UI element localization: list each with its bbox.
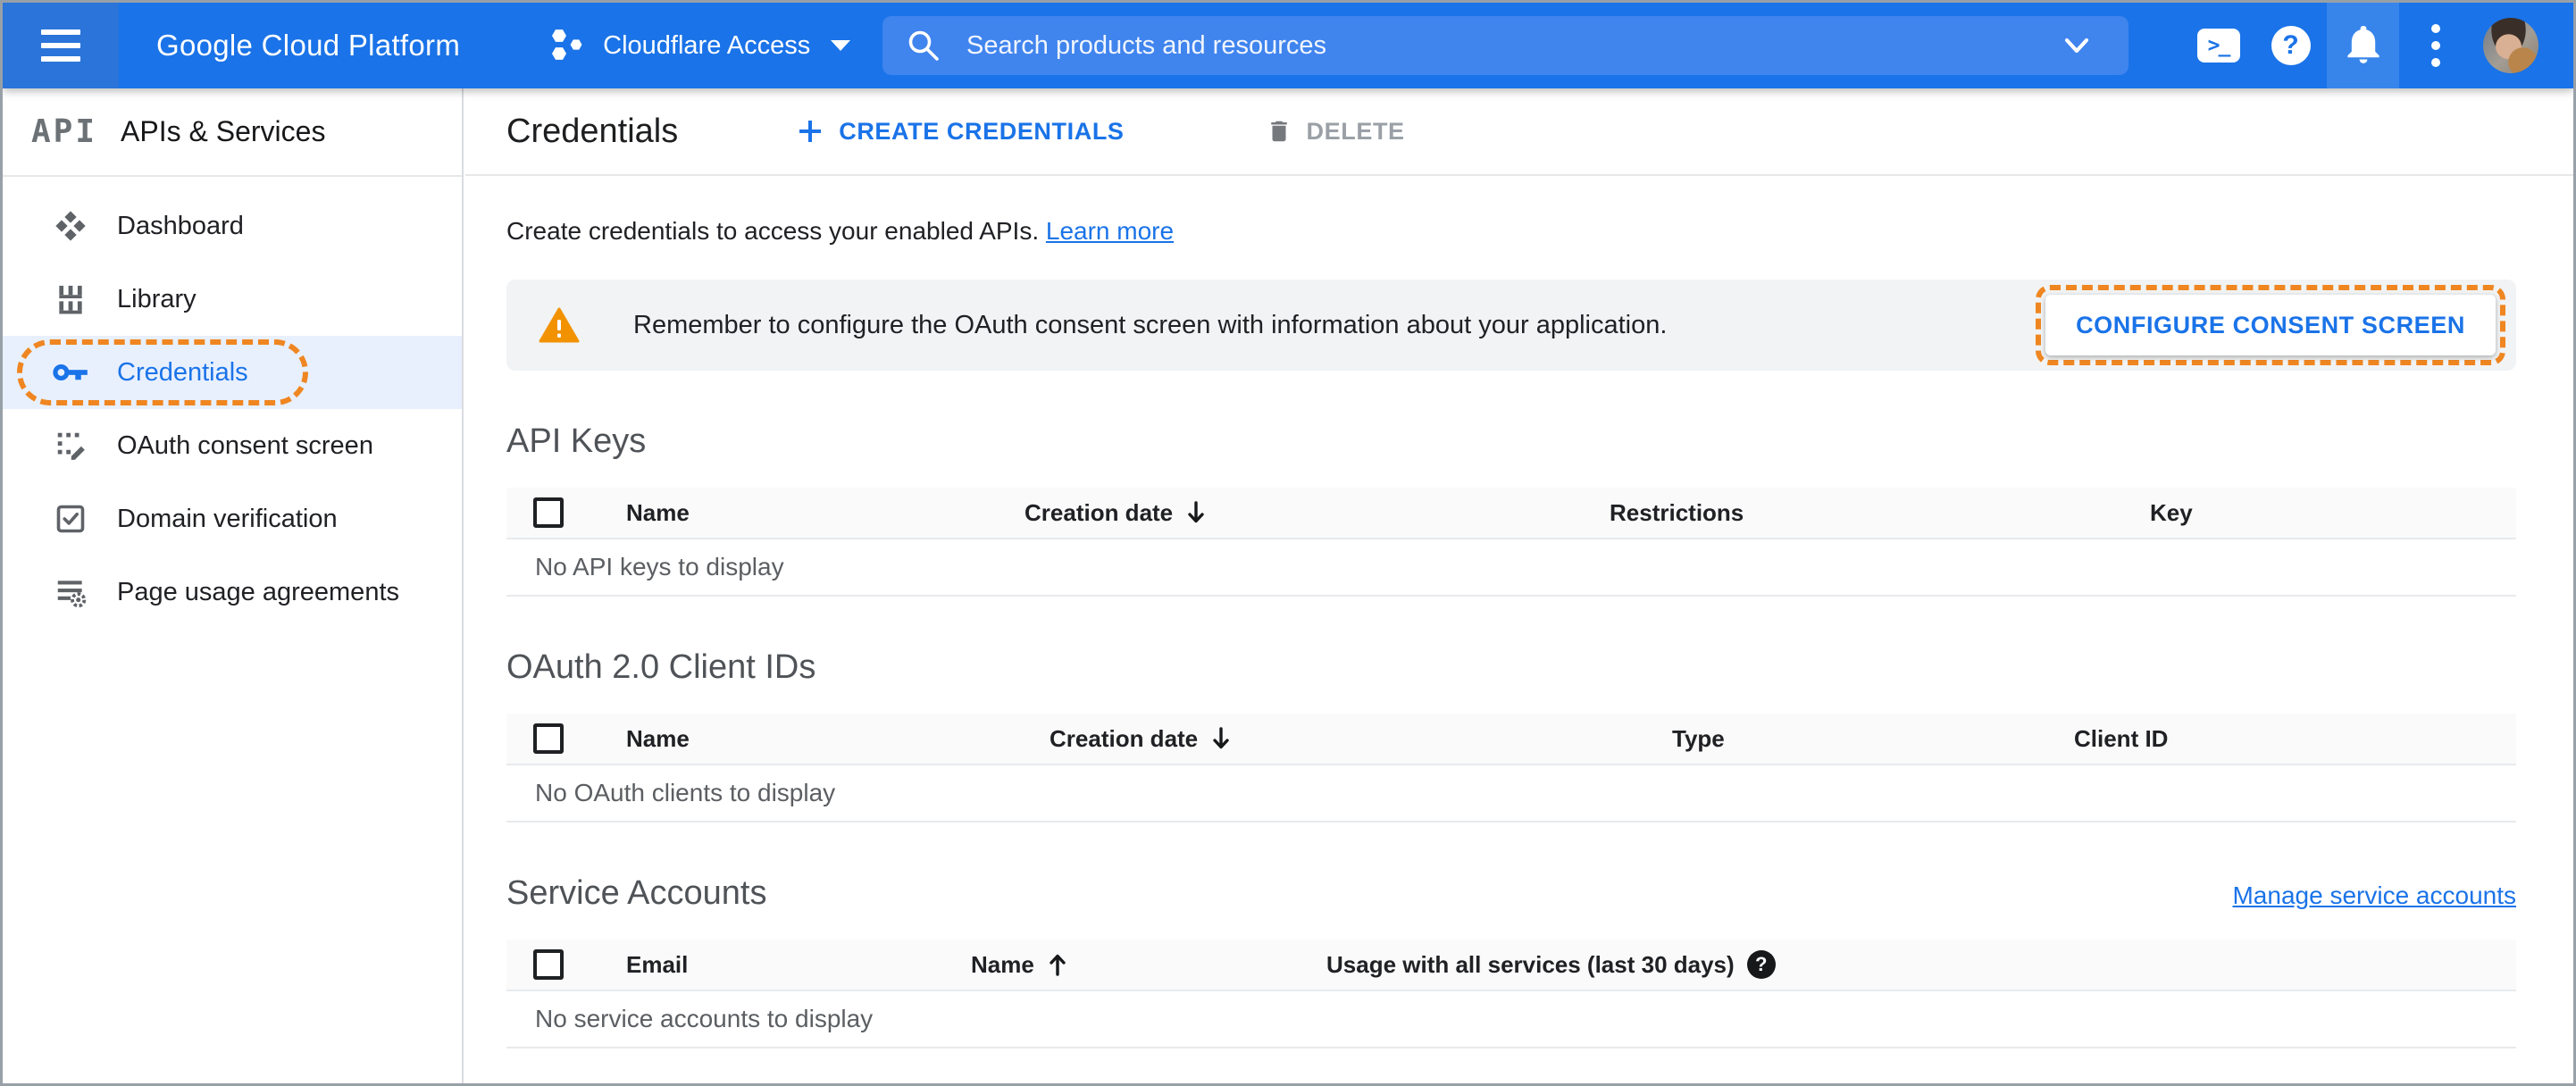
search-icon [906,28,941,63]
service-accounts-empty-state: No service accounts to display [506,991,2516,1048]
topbar-actions: >_ ? [2182,3,2550,88]
delete-label: DELETE [1306,117,1405,145]
nav-drawer-region [3,3,119,88]
sort-desc-icon [1210,726,1232,751]
search-expand-icon[interactable] [2048,32,2105,59]
select-all-checkbox[interactable] [533,949,564,980]
column-header-client-id[interactable]: Client ID [2074,725,2516,753]
project-caret-icon [830,39,851,52]
sidebar: API APIs & Services Dashboard Library Cr… [3,88,464,1083]
sidebar-item-domain-verification[interactable]: Domain verification [3,482,462,556]
column-header-creation-date[interactable]: Creation date [1050,725,1672,753]
search-input[interactable] [965,29,2048,62]
sidebar-item-label: Domain verification [117,504,338,533]
intro-text-line: Create credentials to access your enable… [506,217,2516,246]
warning-message: Remember to configure the OAuth consent … [633,310,1668,339]
column-header-type[interactable]: Type [1672,725,2074,753]
oauth-clients-section: OAuth 2.0 Client IDs Name Creation date … [506,648,2516,823]
column-header-key[interactable]: Key [2150,499,2516,527]
intro-text: Create credentials to access your enable… [506,217,1040,245]
sidebar-item-label: Library [117,284,197,313]
api-keys-empty-state: No API keys to display [506,539,2516,597]
sidebar-item-library[interactable]: Library [3,263,462,336]
sidebar-item-page-usage-agreements[interactable]: Page usage agreements [3,556,462,629]
avatar-image [2483,18,2538,73]
column-header-creation-date[interactable]: Creation date [1025,499,1610,527]
column-header-email[interactable]: Email [626,951,971,979]
api-keys-table-header: Name Creation date Restrictions Key [506,488,2516,539]
sidebar-item-label: Credentials [117,357,248,387]
trash-icon [1266,117,1292,146]
project-name: Cloudflare Access [603,30,811,60]
search-bar [882,16,2129,75]
library-icon [53,281,88,317]
warning-icon [539,306,580,344]
plus-icon [796,117,824,146]
sidebar-header: API APIs & Services [3,88,462,177]
sidebar-item-label: Page usage agreements [117,577,399,606]
section-title-oauth-clients: OAuth 2.0 Client IDs [506,648,816,686]
menu-icon[interactable] [41,29,80,62]
column-header-name[interactable]: Name [626,499,1025,527]
service-accounts-section: Service Accounts Manage service accounts… [506,874,2516,1048]
column-header-name[interactable]: Name [971,951,1326,979]
configure-consent-screen-button[interactable]: CONFIGURE CONSENT SCREEN [2045,295,2496,355]
cloud-shell-glyph: >_ [2196,29,2240,63]
more-options-icon[interactable] [2399,3,2471,88]
create-credentials-label: CREATE CREDENTIALS [839,117,1125,145]
create-credentials-button[interactable]: CREATE CREDENTIALS [790,116,1129,146]
sort-asc-icon [1047,952,1068,977]
sidebar-item-label: OAuth consent screen [117,430,373,460]
api-logo: API [31,113,98,150]
select-all-checkbox[interactable] [533,497,564,528]
page-header: Credentials CREATE CREDENTIALS DELETE [465,88,2573,176]
main-content: Credentials CREATE CREDENTIALS DELETE Cr… [465,88,2573,1083]
product-name: APIs & Services [121,115,326,147]
tutorial-highlight-outline: CONFIGURE CONSENT SCREEN [2036,285,2505,365]
page-title: Credentials [506,112,679,150]
oauth-clients-empty-state: No OAuth clients to display [506,765,2516,823]
consent-screen-icon [53,428,88,464]
sort-desc-icon [1185,500,1207,525]
topbar: Google Cloud Platform Cloudflare Access [3,3,2573,88]
delete-button[interactable]: DELETE [1260,116,1410,146]
project-selector[interactable]: Cloudflare Access [542,25,857,66]
avatar[interactable] [2471,3,2550,88]
section-title-service-accounts: Service Accounts [506,874,767,912]
sidebar-item-oauth-consent-screen[interactable]: OAuth consent screen [3,409,462,482]
column-header-restrictions[interactable]: Restrictions [1610,499,2150,527]
sidebar-nav: Dashboard Library Credentials OAuth cons… [3,177,462,629]
help-glyph: ? [2271,26,2311,65]
app-title[interactable]: Google Cloud Platform [156,29,460,63]
agreements-icon [53,574,88,610]
domain-verification-icon [53,501,88,537]
sidebar-item-dashboard[interactable]: Dashboard [3,189,462,263]
notifications-icon[interactable] [2327,3,2399,88]
key-icon [53,355,88,390]
select-all-checkbox[interactable] [533,723,564,754]
usage-help-icon[interactable]: ? [1746,950,1776,979]
oauth-clients-table-header: Name Creation date Type Client ID [506,714,2516,765]
gcp-console-window: Google Cloud Platform Cloudflare Access [0,0,2576,1086]
column-header-name[interactable]: Name [626,725,1050,753]
api-keys-section: API Keys Name Creation date Restrictions… [506,422,2516,597]
learn-more-link[interactable]: Learn more [1046,217,1174,245]
help-icon[interactable]: ? [2254,3,2327,88]
sidebar-item-credentials[interactable]: Credentials [3,336,462,409]
manage-service-accounts-link[interactable]: Manage service accounts [2232,881,2516,910]
project-icon [548,26,587,65]
column-header-usage[interactable]: Usage with all services (last 30 days) ? [1326,950,2516,979]
section-title-api-keys: API Keys [506,422,647,460]
oauth-warning-banner: Remember to configure the OAuth consent … [506,280,2516,371]
dashboard-icon [53,208,88,244]
page-body: Create credentials to access your enable… [465,217,2573,1048]
service-accounts-table-header: Email Name Usage with all services (last… [506,940,2516,991]
cloud-shell-icon[interactable]: >_ [2182,3,2254,88]
sidebar-item-label: Dashboard [117,211,244,240]
